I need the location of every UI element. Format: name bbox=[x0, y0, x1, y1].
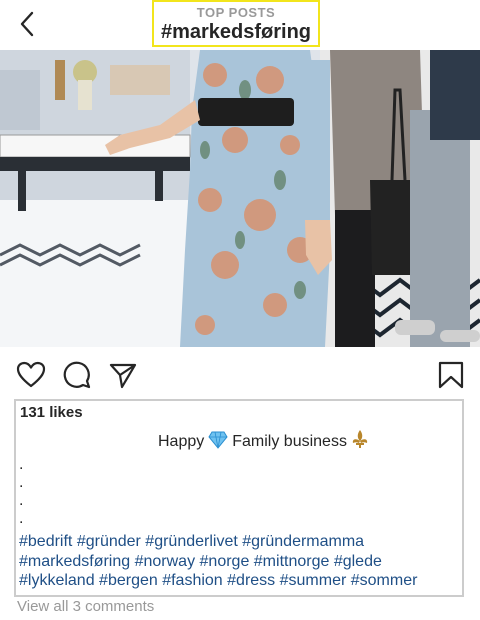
comment-icon bbox=[63, 361, 91, 389]
caption-dot: . bbox=[19, 474, 24, 491]
caption-text-before: Happy bbox=[158, 433, 205, 450]
hashtag-line[interactable]: #markedsføring #norway #norge #mittnorge… bbox=[19, 552, 459, 572]
heart-icon bbox=[16, 361, 46, 388]
view-comments-link[interactable]: View all 3 comments bbox=[17, 598, 154, 615]
like-button[interactable] bbox=[16, 360, 46, 390]
page-title: #markedsføring bbox=[160, 21, 312, 43]
caption-first-line: Happy Family business bbox=[158, 429, 369, 454]
gem-icon bbox=[208, 431, 228, 454]
page-title-box: TOP POSTS #markedsføring bbox=[152, 0, 320, 47]
chevron-left-icon bbox=[20, 11, 34, 37]
back-button[interactable] bbox=[14, 10, 42, 38]
caption-dot: . bbox=[19, 456, 24, 473]
bookmark-button[interactable] bbox=[436, 360, 466, 390]
top-bar: TOP POSTS #markedsføring bbox=[0, 0, 480, 50]
hashtags: #bedrift #gründer #gründerlivet #gründer… bbox=[19, 532, 459, 591]
post-photo[interactable] bbox=[0, 50, 480, 347]
fleur-de-lis-icon bbox=[351, 429, 369, 454]
action-bar bbox=[0, 352, 480, 396]
hashtag-line[interactable]: #lykkeland #bergen #fashion #dress #summ… bbox=[19, 571, 459, 591]
caption-dot: . bbox=[19, 510, 24, 527]
caption-text-after: Family business bbox=[232, 433, 347, 450]
caption-dot: . bbox=[19, 492, 24, 509]
post-image bbox=[0, 50, 480, 347]
top-posts-label: TOP POSTS bbox=[196, 5, 276, 20]
comment-button[interactable] bbox=[62, 360, 92, 390]
share-icon bbox=[109, 363, 137, 389]
share-button[interactable] bbox=[108, 360, 138, 390]
post-caption: 131 likes Happy Family business . . . . #… bbox=[14, 399, 464, 597]
bookmark-icon bbox=[438, 361, 464, 389]
likes-count[interactable]: 131 likes bbox=[20, 404, 83, 421]
hashtag-line[interactable]: #bedrift #gründer #gründerlivet #gründer… bbox=[19, 532, 459, 552]
